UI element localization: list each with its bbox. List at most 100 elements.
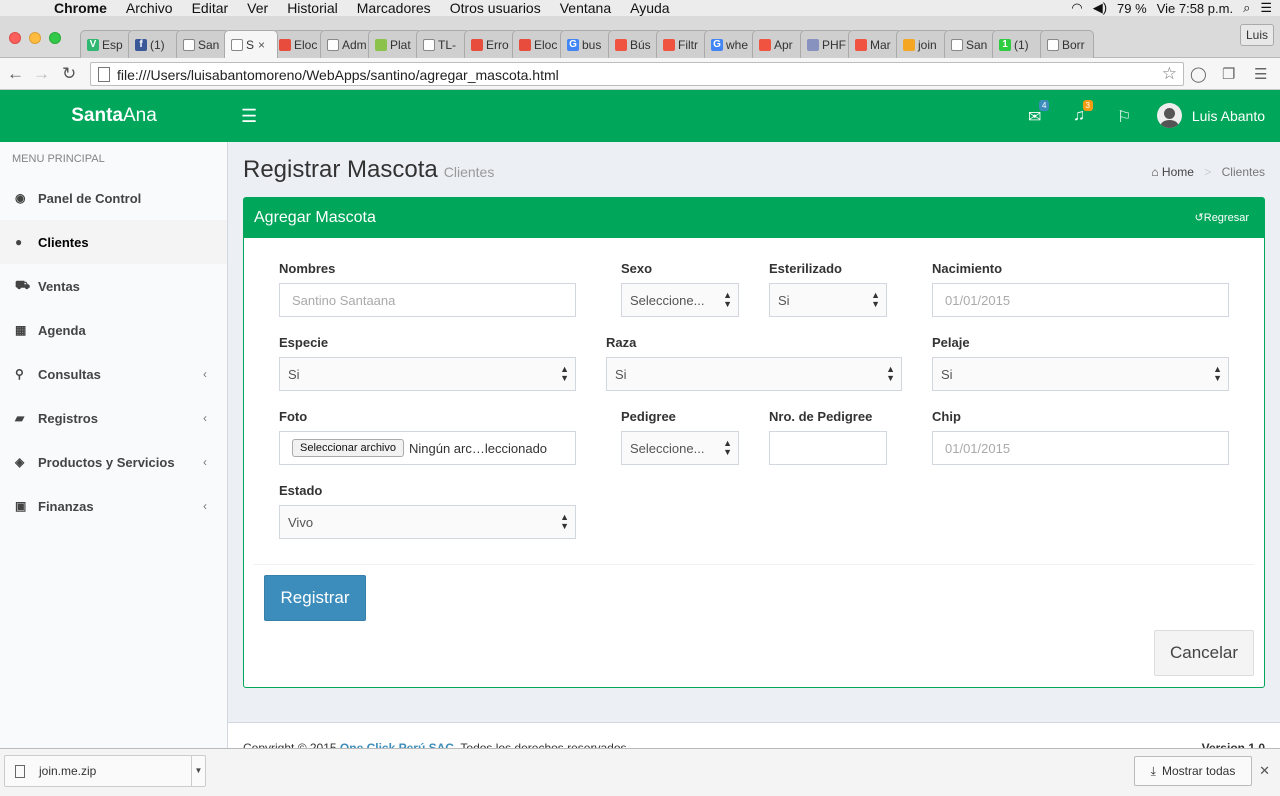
download-item[interactable]: join.me.zip ▼ xyxy=(4,755,206,787)
menu-archivo[interactable]: Archivo xyxy=(126,0,173,16)
page-title: Registrar Mascota Clientes xyxy=(243,156,495,183)
menu-ayuda[interactable]: Ayuda xyxy=(630,0,669,16)
wifi-icon[interactable]: ◠ xyxy=(1071,0,1082,16)
sidebar-item-agenda[interactable]: ▦ Agenda xyxy=(0,308,227,352)
browser-tab[interactable]: Gbus xyxy=(560,30,614,58)
spotlight-icon[interactable]: ⌕ xyxy=(1243,0,1250,16)
box-header: Agregar Mascota ↺Regresar xyxy=(244,198,1264,238)
especie-select[interactable]: Si ▲ ▼ xyxy=(279,357,576,391)
bookmark-star-icon[interactable]: ☆ xyxy=(1162,64,1177,84)
pelaje-select[interactable]: Si ▲ ▼ xyxy=(932,357,1229,391)
chevron-down-icon[interactable]: ▼ xyxy=(191,756,205,786)
sidebar-item-finanzas[interactable]: ▣ Finanzas ‹ xyxy=(0,484,227,528)
favicon-icon xyxy=(1047,38,1059,51)
volume-icon[interactable]: ◀) xyxy=(1093,0,1107,16)
avatar xyxy=(1156,103,1182,128)
tab-close-icon[interactable]: × xyxy=(258,38,265,52)
sidebar-item-clientes[interactable]: ● Clientes xyxy=(0,220,227,264)
browser-tab[interactable]: 1 (1) xyxy=(992,30,1046,58)
browser-tab[interactable]: join xyxy=(896,30,950,58)
show-all-downloads-button[interactable]: ⤓ Mostrar todas xyxy=(1134,756,1252,786)
browser-tab[interactable]: TL- xyxy=(416,30,470,58)
close-icon[interactable]: ✕ xyxy=(1259,763,1270,779)
nro-pedigree-input[interactable] xyxy=(769,431,887,465)
select-arrows-icon: ▲ ▼ xyxy=(723,290,732,309)
back-icon[interactable]: ← xyxy=(7,64,24,84)
logo[interactable]: SantaAna xyxy=(0,90,228,142)
pedigree-select[interactable]: Seleccione... ▲ ▼ xyxy=(621,431,739,465)
tab-strip: V Esp f (1) San S × Eloc Adm Plat TL- Erro Eloc Gbus B… xyxy=(0,16,1280,58)
close-window-button[interactable] xyxy=(9,32,21,44)
sidebar-item-productos-y-servicios[interactable]: ◈ Productos y Servicios ‹ xyxy=(0,440,227,484)
app-header: SantaAna ☰ ✉ 4 ♫ 3 ⚐ Luis Abanto xyxy=(0,90,1280,142)
zoom-window-button[interactable] xyxy=(49,32,61,44)
chrome-menu-icon[interactable]: ☰ xyxy=(1254,65,1267,83)
browser-tab[interactable]: Plat xyxy=(368,30,422,58)
user-menu[interactable]: Luis Abanto xyxy=(1156,103,1265,128)
profile-button[interactable]: Luis xyxy=(1240,24,1274,46)
browser-tab[interactable]: San xyxy=(944,30,998,58)
chip-input[interactable]: 01/01/2015 xyxy=(932,431,1229,465)
browser-tab[interactable]: PHF xyxy=(800,30,854,58)
notification-center-icon[interactable]: ☰ xyxy=(1260,0,1272,16)
sidebar-item-registros[interactable]: ▰ Registros ‹ xyxy=(0,396,227,440)
registrar-button[interactable]: Registrar xyxy=(264,575,366,621)
browser-tab[interactable]: Bús xyxy=(608,30,662,58)
divider xyxy=(254,564,1254,565)
browser-tab[interactable]: Erro xyxy=(464,30,518,58)
sidebar-item-panel-de-control[interactable]: ◉ Panel de Control xyxy=(0,176,227,220)
browser-tab[interactable]: San xyxy=(176,30,230,58)
flag-icon[interactable]: ⚐ xyxy=(1117,107,1131,127)
sidebar-toggle-icon[interactable]: ☰ xyxy=(241,106,257,127)
browser-tab[interactable]: f (1) xyxy=(128,30,182,58)
menu-editar[interactable]: Editar xyxy=(192,0,229,16)
esterilizado-select[interactable]: Si ▲ ▼ xyxy=(769,283,887,317)
minimize-window-button[interactable] xyxy=(29,32,41,44)
clock[interactable]: Vie 7:58 p.m. xyxy=(1157,1,1233,16)
sexo-select[interactable]: Seleccione... ▲ ▼ xyxy=(621,283,739,317)
menu-marcadores[interactable]: Marcadores xyxy=(357,0,431,16)
browser-tab[interactable]: Mar xyxy=(848,30,902,58)
battery-text[interactable]: 79 % xyxy=(1117,1,1147,16)
browser-tab[interactable]: Adm xyxy=(320,30,374,58)
menu-app[interactable]: Chrome xyxy=(54,0,107,16)
extension-icon[interactable]: ❐ xyxy=(1222,65,1235,83)
browser-tab[interactable]: Filtr xyxy=(656,30,710,58)
sidebar-item-consultas[interactable]: ⚲ Consultas ‹ xyxy=(0,352,227,396)
forward-icon[interactable]: → xyxy=(33,64,50,84)
browser-tab[interactable]: Borr xyxy=(1040,30,1094,58)
bell-icon[interactable]: ♫ 3 xyxy=(1073,100,1093,125)
mail-icon[interactable]: ✉ 4 xyxy=(1028,100,1050,127)
nombres-input[interactable]: Santino Santaana xyxy=(279,283,576,317)
browser-tab[interactable]: Gwhe xyxy=(704,30,758,58)
address-bar[interactable]: file:///Users/luisabantomoreno/WebApps/s… xyxy=(90,62,1184,86)
opera-extension-icon[interactable]: ◯ xyxy=(1190,65,1207,83)
reload-icon[interactable]: ↻ xyxy=(62,64,76,84)
browser-tab[interactable]: Eloc xyxy=(272,30,326,58)
tab-label: Mar xyxy=(870,37,891,52)
favicon-icon xyxy=(471,38,483,51)
browser-tab[interactable]: Eloc xyxy=(512,30,566,58)
select-file-button[interactable]: Seleccionar archivo xyxy=(292,439,404,457)
cancelar-button[interactable]: Cancelar xyxy=(1154,630,1254,676)
raza-select[interactable]: Si ▲ ▼ xyxy=(606,357,902,391)
favicon-icon xyxy=(375,38,387,51)
breadcrumb-home[interactable]: Home xyxy=(1162,165,1194,179)
foto-file-input[interactable]: Seleccionar archivo Ningún arc…leccionad… xyxy=(279,431,576,465)
browser-tab[interactable]: S × xyxy=(224,30,278,58)
box-title: Agregar Mascota xyxy=(254,209,376,226)
estado-select[interactable]: Vivo ▲ ▼ xyxy=(279,505,576,539)
browser-tab[interactable]: V Esp xyxy=(80,30,134,58)
nacimiento-input[interactable]: 01/01/2015 xyxy=(932,283,1229,317)
sidebar-item-ventas[interactable]: ⛟ Ventas xyxy=(0,264,227,308)
label-raza: Raza xyxy=(606,335,637,350)
menu-ventana[interactable]: Ventana xyxy=(560,0,611,16)
browser-tab[interactable]: Apr xyxy=(752,30,806,58)
tab-label: Eloc xyxy=(294,37,318,52)
favicon-icon: f xyxy=(135,38,147,51)
tabs: V Esp f (1) San S × Eloc Adm Plat TL- Erro Eloc Gbus B… xyxy=(80,30,1094,58)
menu-otros-usuarios[interactable]: Otros usuarios xyxy=(450,0,541,16)
back-link[interactable]: ↺Regresar xyxy=(1195,211,1249,224)
menu-ver[interactable]: Ver xyxy=(247,0,268,16)
menu-historial[interactable]: Historial xyxy=(287,0,338,16)
